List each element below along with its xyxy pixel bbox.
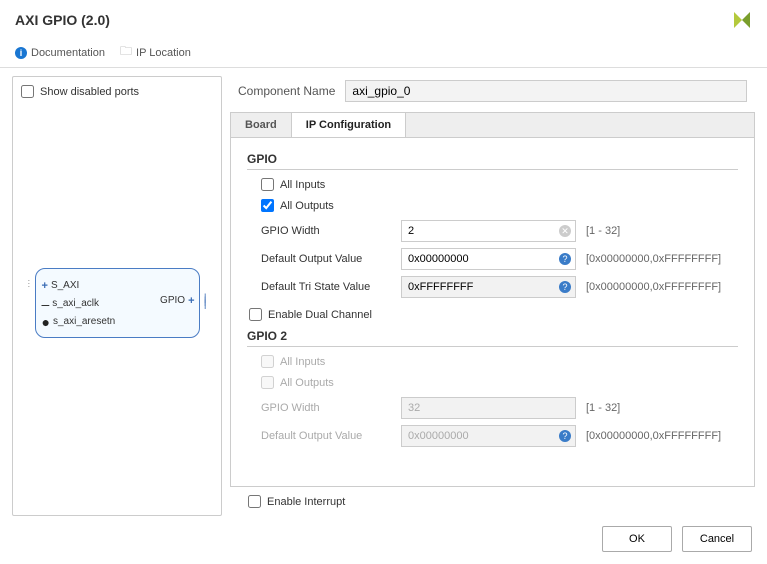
port-s-axi: S_AXI xyxy=(51,280,79,291)
gpio2-width-range: [1 - 32] xyxy=(586,402,620,414)
gpio2-dov-label: Default Output Value xyxy=(261,430,391,442)
show-disabled-ports-input[interactable] xyxy=(21,85,34,98)
default-tristate-value-input[interactable] xyxy=(401,276,576,298)
info-icon: i xyxy=(15,47,27,59)
gpio2-dov-range: [0x00000000,0xFFFFFFFF] xyxy=(586,430,721,442)
folder-icon: 🗀 xyxy=(120,42,132,63)
default-tristate-value-label: Default Tri State Value xyxy=(261,281,391,293)
tab-ip-configuration[interactable]: IP Configuration xyxy=(292,113,406,137)
dialog-title: AXI GPIO (2.0) xyxy=(15,12,110,28)
component-name-label: Component Name xyxy=(238,84,335,98)
cancel-button[interactable]: Cancel xyxy=(682,526,752,552)
documentation-link[interactable]: i Documentation xyxy=(15,47,105,59)
help-icon: ? xyxy=(559,430,571,442)
gpio2-all-inputs-checkbox: All Inputs xyxy=(261,355,738,368)
preview-panel: Show disabled ports ∙∙∙ +S_AXI –s_axi_ac… xyxy=(12,76,222,516)
gpio-section-header: GPIO xyxy=(247,152,738,170)
port-gpio: GPIO xyxy=(160,295,185,306)
toolbar: i Documentation 🗀 IP Location xyxy=(0,38,767,68)
clear-icon[interactable]: ✕ xyxy=(559,225,571,237)
enable-dual-channel-checkbox[interactable]: Enable Dual Channel xyxy=(249,308,738,321)
gpio2-width-label: GPIO Width xyxy=(261,402,391,414)
gpio2-section-header: GPIO 2 xyxy=(247,329,738,347)
all-inputs-checkbox[interactable]: All Inputs xyxy=(261,178,738,191)
gpio2-dov-input xyxy=(401,425,576,447)
config-scroll[interactable]: GPIO All Inputs All Outputs GPIO Width ✕… xyxy=(230,137,755,487)
default-output-value-range: [0x00000000,0xFFFFFFFF] xyxy=(586,253,721,265)
pin-icon: ● xyxy=(42,317,50,327)
port-aresetn: s_axi_aresetn xyxy=(53,316,115,327)
help-icon[interactable]: ? xyxy=(559,281,571,293)
plus-icon: + xyxy=(42,280,48,292)
bus-lines-right: ||| xyxy=(204,297,207,306)
all-outputs-checkbox[interactable]: All Outputs xyxy=(261,199,738,212)
tabs: Board IP Configuration xyxy=(230,112,755,137)
main: Show disabled ports ∙∙∙ +S_AXI –s_axi_ac… xyxy=(0,68,767,516)
footer: OK Cancel xyxy=(0,516,767,562)
pin-icon: – xyxy=(42,299,50,309)
enable-interrupt-checkbox[interactable]: Enable Interrupt xyxy=(230,487,755,516)
block-diagram-area: ∙∙∙ +S_AXI –s_axi_aclk ●s_axi_aresetn GP… xyxy=(21,98,213,507)
show-disabled-ports-checkbox[interactable]: Show disabled ports xyxy=(21,85,213,98)
gpio-width-label: GPIO Width xyxy=(261,225,391,237)
gpio-width-range: [1 - 32] xyxy=(586,225,620,237)
tab-board[interactable]: Board xyxy=(231,113,292,137)
ip-location-label: IP Location xyxy=(136,47,191,59)
default-output-value-label: Default Output Value xyxy=(261,253,391,265)
xilinx-logo xyxy=(732,10,752,30)
help-icon[interactable]: ? xyxy=(559,253,571,265)
ok-button[interactable]: OK xyxy=(602,526,672,552)
gpio2-all-outputs-checkbox: All Outputs xyxy=(261,376,738,389)
plus-icon: + xyxy=(188,295,194,307)
component-name-row: Component Name xyxy=(230,76,755,112)
documentation-label: Documentation xyxy=(31,47,105,59)
ip-block: ∙∙∙ +S_AXI –s_axi_aclk ●s_axi_aresetn GP… xyxy=(35,268,200,338)
bus-lines-left: ∙∙∙ xyxy=(28,279,31,288)
port-aclk: s_axi_aclk xyxy=(52,298,99,309)
component-name-input[interactable] xyxy=(345,80,747,102)
default-tristate-value-range: [0x00000000,0xFFFFFFFF] xyxy=(586,281,721,293)
header: AXI GPIO (2.0) xyxy=(0,0,767,38)
gpio-width-input[interactable] xyxy=(401,220,576,242)
ip-location-link[interactable]: 🗀 IP Location xyxy=(120,42,191,63)
default-output-value-input[interactable] xyxy=(401,248,576,270)
config-panel: Component Name Board IP Configuration GP… xyxy=(230,76,755,516)
gpio2-width-input xyxy=(401,397,576,419)
